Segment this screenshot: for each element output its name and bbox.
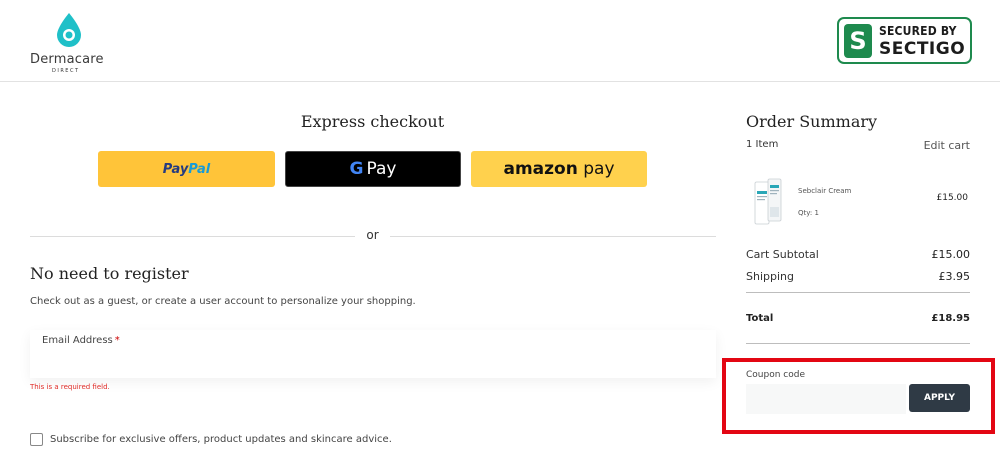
total-label: Total xyxy=(746,313,774,324)
email-label: Email Address * xyxy=(42,335,120,346)
logo-name: Dermacare xyxy=(30,52,104,67)
paypal-logo-pal: Pal xyxy=(188,161,211,177)
cart-subtotal-value: £15.00 xyxy=(931,248,971,261)
amazon-pay-button[interactable]: amazon pay xyxy=(471,151,647,187)
logo-subtitle: DIRECT xyxy=(52,68,80,74)
site-header: Dermacare DIRECT S SECURED BY SECTIGO xyxy=(0,0,1000,82)
amazon-pay-logo: amazon pay xyxy=(503,159,614,179)
subscribe-label[interactable]: Subscribe for exclusive offers, product … xyxy=(50,434,392,445)
shipping-value: £3.95 xyxy=(938,270,971,283)
subscribe-checkbox[interactable] xyxy=(30,433,43,446)
express-checkout-title: Express checkout xyxy=(300,112,445,131)
product-name: Sebclair Cream xyxy=(798,187,852,195)
badge-sectigo: SECTIGO xyxy=(879,39,966,59)
badge-secured-by: SECURED BY xyxy=(879,24,957,38)
dermacare-logo[interactable]: Dermacare DIRECT xyxy=(30,10,110,74)
paypal-button[interactable]: PayPal xyxy=(98,151,275,187)
divider-or: or xyxy=(366,228,379,242)
total-value: £18.95 xyxy=(931,313,970,324)
required-asterisk: * xyxy=(114,335,120,346)
paypal-logo: PayPal xyxy=(163,162,210,177)
email-error-message: This is a required field. xyxy=(30,383,110,391)
apply-coupon-button[interactable]: APPLY xyxy=(909,384,970,412)
email-input[interactable] xyxy=(30,350,716,378)
google-pay-logo: G Pay xyxy=(350,159,397,179)
paypal-logo-pay: Pay xyxy=(162,161,189,177)
email-field-wrapper: Email Address * xyxy=(30,330,716,378)
product-price: £15.00 xyxy=(936,193,969,203)
items-count: 1 Item xyxy=(746,139,779,150)
amazon-logo-word: amazon xyxy=(503,159,578,179)
amazon-pay-word: pay xyxy=(577,159,615,179)
divider-right xyxy=(390,236,716,237)
water-drop-icon xyxy=(57,13,81,47)
order-summary-title: Order Summary xyxy=(746,112,878,131)
email-label-text: Email Address xyxy=(42,335,113,346)
product-qty: Qty: 1 xyxy=(798,209,819,217)
coupon-input[interactable] xyxy=(746,384,906,414)
shipping-label: Shipping xyxy=(746,270,794,283)
summary-divider xyxy=(746,292,970,293)
guest-section-title: No need to register xyxy=(30,264,189,283)
subscribe-option: Subscribe for exclusive offers, product … xyxy=(30,433,392,446)
google-pay-label: Pay xyxy=(366,159,397,179)
sectigo-shield-icon: S xyxy=(844,24,872,58)
divider-left xyxy=(30,236,355,237)
product-image xyxy=(754,178,782,225)
total-divider xyxy=(746,343,970,344)
google-g-icon: G xyxy=(349,159,364,179)
coupon-label: Coupon code xyxy=(746,370,805,380)
cart-subtotal-label: Cart Subtotal xyxy=(746,248,819,261)
guest-section-subtitle: Check out as a guest, or create a user a… xyxy=(30,296,416,307)
edit-cart-link[interactable]: Edit cart xyxy=(924,139,970,152)
google-pay-button[interactable]: G Pay xyxy=(285,151,461,187)
sectigo-badge: S SECURED BY SECTIGO xyxy=(837,17,972,64)
